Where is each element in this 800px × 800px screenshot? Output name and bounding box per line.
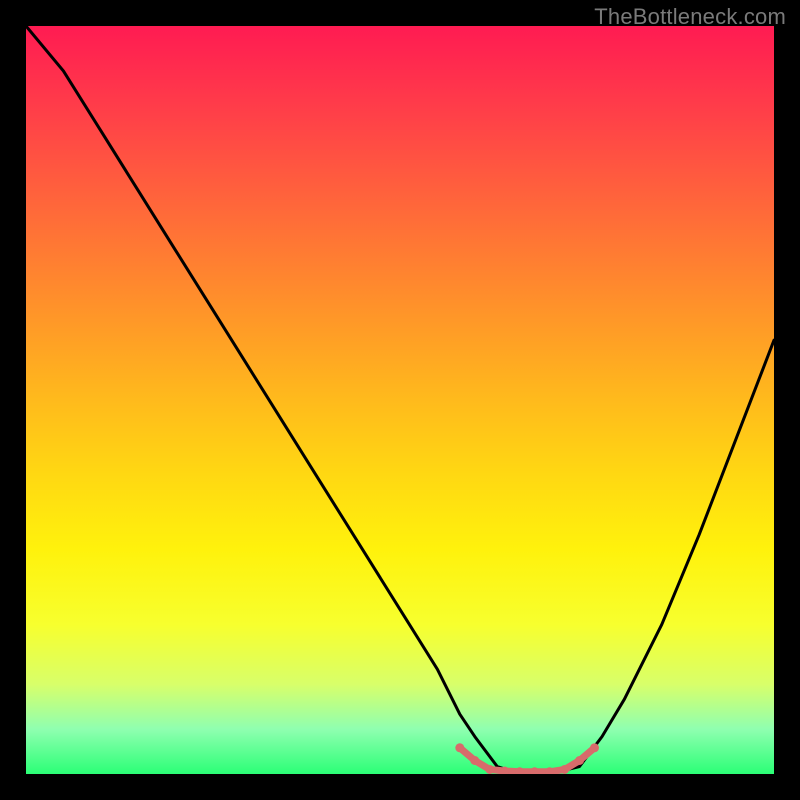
bottleneck-curve: [26, 26, 774, 774]
marker-dot: [470, 756, 479, 765]
marker-dot: [560, 765, 569, 774]
curve-svg: [26, 26, 774, 774]
marker-dot: [455, 743, 464, 752]
marker-dot: [485, 765, 494, 774]
watermark-text: TheBottleneck.com: [594, 4, 786, 30]
chart-container: TheBottleneck.com: [0, 0, 800, 800]
marker-dot: [575, 756, 584, 765]
marker-dot: [590, 743, 599, 752]
plot-area: [26, 26, 774, 774]
